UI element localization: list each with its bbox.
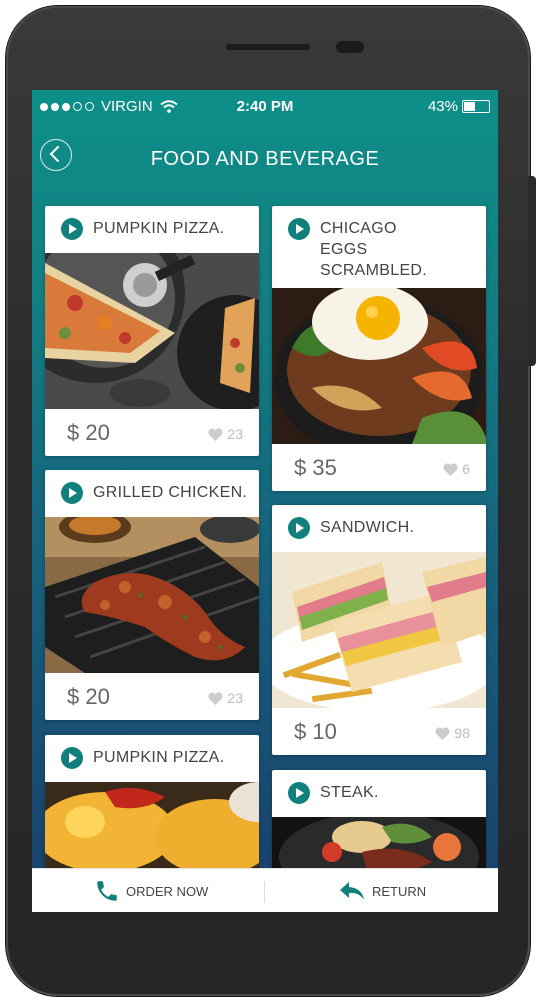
card-header: SANDWICH. [272, 505, 486, 541]
like-number: 6 [462, 461, 470, 477]
like-number: 23 [227, 690, 243, 706]
app-header: FOOD AND BEVERAGE [32, 130, 498, 190]
item-price: $ 10 [294, 719, 337, 744]
item-price: $ 20 [67, 420, 110, 445]
heart-icon [443, 462, 458, 476]
return-arrow-icon [340, 882, 364, 900]
play-icon[interactable] [288, 517, 310, 539]
card-header: GRILLED CHICKEN. [45, 470, 259, 506]
item-name: PUMPKIN PIZZA. [93, 749, 225, 766]
item-name: SANDWICH. [320, 519, 415, 536]
menu-card[interactable]: PUMPKIN PIZZA. $ 20 23 [45, 206, 259, 456]
heart-icon [208, 691, 224, 705]
bottom-action-bar: ORDER NOW RETURN [32, 868, 498, 912]
play-icon[interactable] [288, 782, 310, 804]
food-photo [45, 517, 259, 673]
battery-indicator: 43% [428, 98, 490, 115]
menu-card[interactable]: CHICAGO EGGS SCRAMBLED. $ 35 6 [272, 206, 486, 491]
card-header: PUMPKIN PIZZA. [45, 735, 259, 771]
card-header: PUMPKIN PIZZA. [45, 206, 259, 242]
phone-icon [97, 881, 117, 901]
page-title: FOOD AND BEVERAGE [150, 148, 380, 170]
food-photo [272, 552, 486, 708]
card-header: STEAK. [272, 770, 486, 806]
return-label: RETURN [372, 883, 427, 899]
play-icon[interactable] [61, 747, 83, 769]
menu-card[interactable]: GRILLED CHICKEN. $ 20 23 [45, 470, 259, 720]
card-header: CHICAGO EGGS SCRAMBLED. [272, 206, 486, 281]
status-bar: VIRGIN 2:40 PM 43% [32, 90, 498, 122]
battery-icon [462, 100, 490, 113]
return-button[interactable]: RETURN [338, 869, 426, 912]
item-price: $ 35 [294, 455, 337, 480]
front-camera [336, 41, 364, 53]
item-name-line: SCRAMBLED. [320, 262, 428, 279]
order-now-button[interactable]: ORDER NOW [94, 869, 208, 912]
item-name-line: EGGS [320, 241, 368, 258]
play-icon[interactable] [288, 218, 310, 240]
item-name: GRILLED CHICKEN. [93, 484, 248, 501]
food-photo [45, 253, 259, 409]
app-screen: VIRGIN 2:40 PM 43% FOOD AND BEVERAGE PUM… [32, 90, 498, 912]
order-now-label: ORDER NOW [126, 883, 209, 899]
food-photo [272, 288, 486, 444]
like-count[interactable]: 6 [443, 461, 470, 477]
play-icon[interactable] [61, 218, 83, 240]
heart-icon [208, 427, 224, 441]
speaker-grille [226, 44, 310, 50]
item-price: $ 20 [67, 684, 110, 709]
like-count[interactable]: 23 [208, 690, 243, 706]
item-name-line: CHICAGO [320, 220, 397, 237]
menu-card[interactable]: SANDWICH. $ 10 98 [272, 505, 486, 755]
like-number: 23 [227, 426, 243, 442]
item-name: PUMPKIN PIZZA. [93, 220, 225, 237]
heart-icon [435, 726, 451, 740]
divider [264, 881, 265, 903]
like-count[interactable]: 98 [435, 725, 470, 741]
play-icon[interactable] [61, 482, 83, 504]
side-button [528, 176, 536, 366]
battery-percent: 43% [427, 98, 458, 115]
item-name: STEAK. [320, 784, 379, 801]
like-count[interactable]: 23 [208, 426, 243, 442]
like-number: 98 [454, 725, 470, 741]
